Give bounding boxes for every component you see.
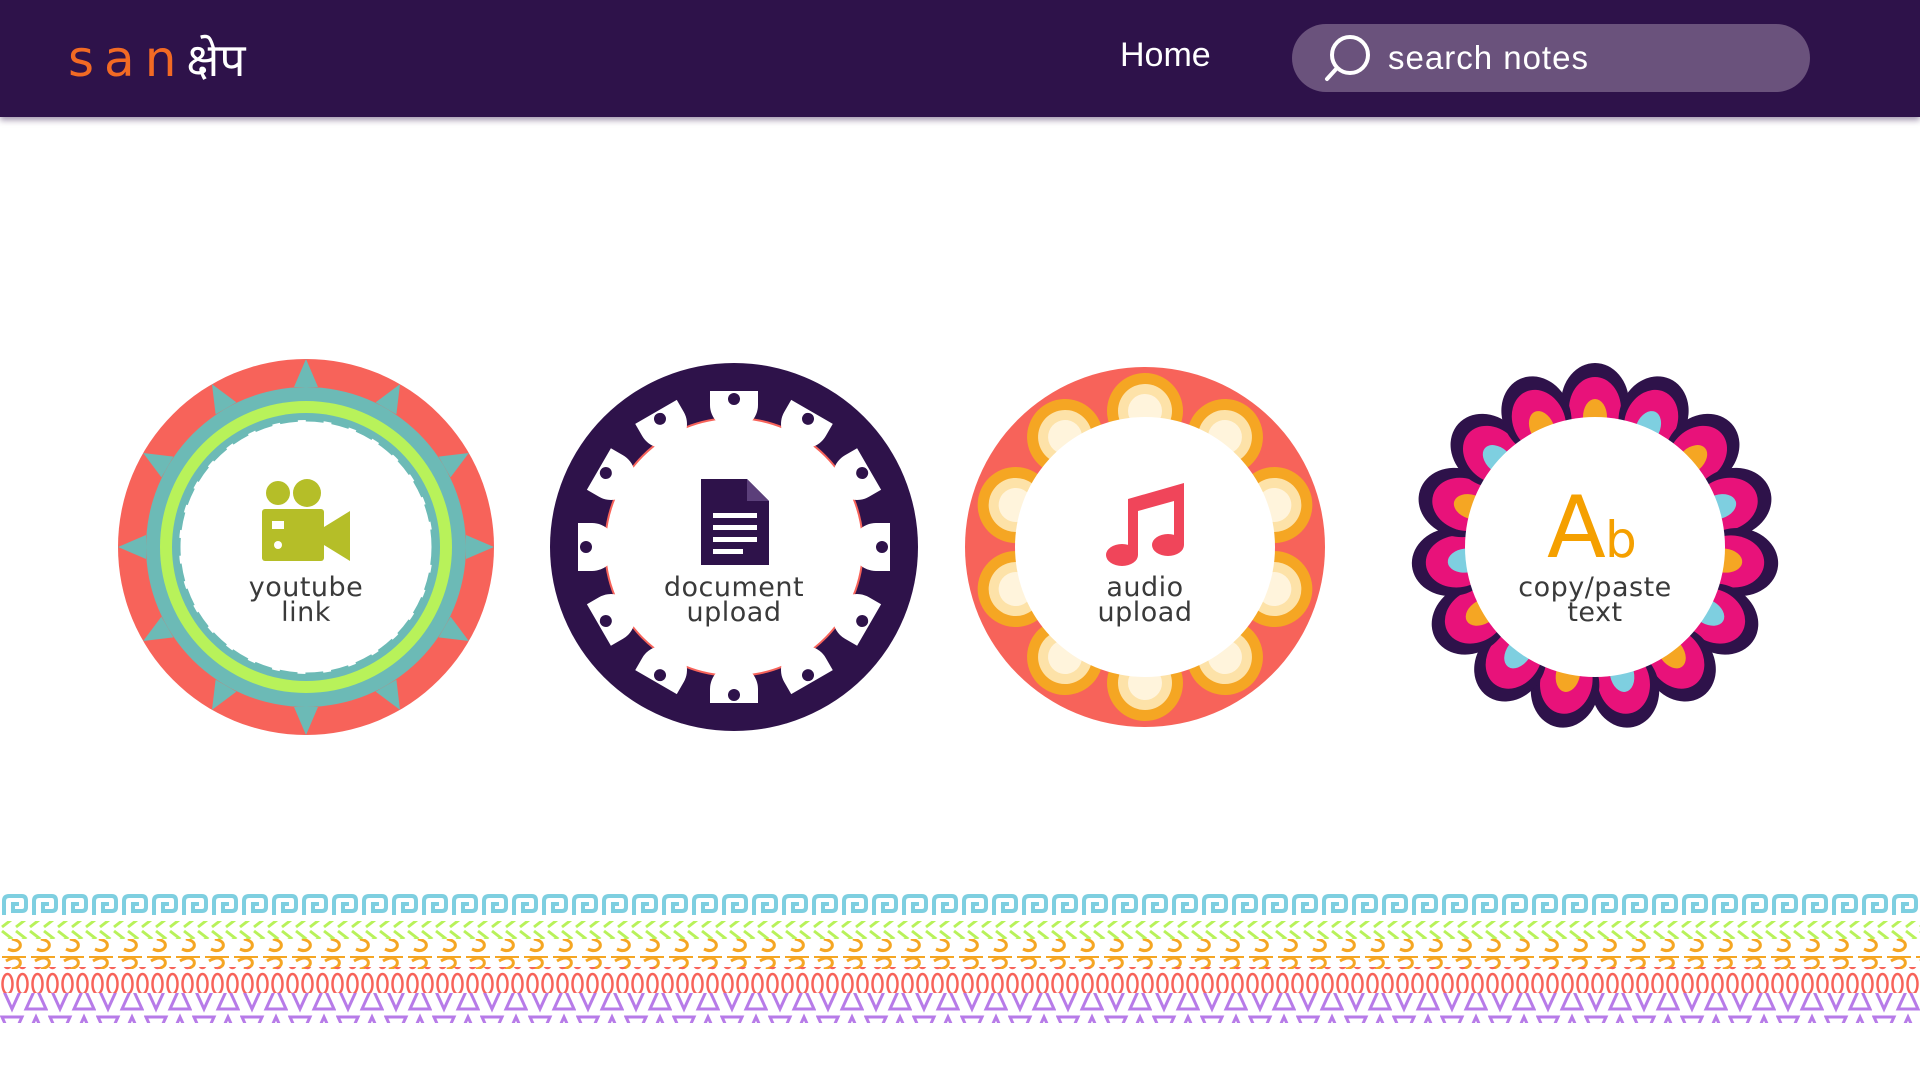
svg-text:b: b xyxy=(1605,511,1637,569)
sankshep-logo[interactable]: san क्षेप xyxy=(68,24,246,94)
document-upload-option[interactable]: document upload xyxy=(542,355,926,739)
document-icon xyxy=(701,479,769,565)
nav-home-link[interactable]: Home xyxy=(1120,30,1211,80)
text-label-line2: text xyxy=(1567,597,1623,628)
youtube-link-option[interactable]: youtube link xyxy=(114,355,498,739)
top-navbar: san क्षेप Home xyxy=(0,0,1920,117)
copy-paste-text-option[interactable]: A b copy/paste text xyxy=(1403,355,1787,739)
audio-label-line2: upload xyxy=(1097,597,1193,628)
logo-latin-text: san xyxy=(68,30,187,88)
audio-upload-option[interactable]: audio upload xyxy=(953,355,1337,739)
search-bar[interactable] xyxy=(1292,24,1810,92)
text-ab-icon: A b xyxy=(1547,478,1637,569)
search-icon[interactable] xyxy=(1322,32,1374,84)
decorative-pattern-border xyxy=(0,893,1920,1023)
music-note-icon xyxy=(1106,483,1184,566)
video-camera-icon xyxy=(262,479,350,561)
document-label-line2: upload xyxy=(686,597,782,628)
logo-devanagari-text: क्षेप xyxy=(186,33,246,87)
search-input[interactable] xyxy=(1386,38,1790,78)
svg-text:A: A xyxy=(1547,478,1606,569)
youtube-label-line2: link xyxy=(281,597,331,628)
